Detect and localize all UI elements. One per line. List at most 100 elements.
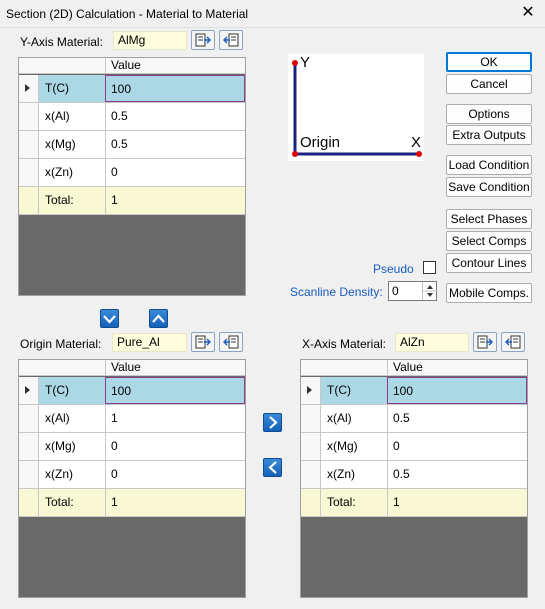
y-axis-material-field[interactable]: AlMg — [113, 31, 187, 50]
row-header — [19, 405, 39, 432]
row-name: x(Zn) — [45, 165, 73, 179]
row-header — [301, 433, 321, 460]
cancel-button[interactable]: Cancel — [446, 74, 532, 94]
diagram-x-label: X — [411, 134, 422, 151]
row-header — [301, 489, 321, 516]
chevron-right-icon — [268, 416, 278, 429]
total-row: Total: 1 — [19, 489, 245, 517]
scanline-density-spinner[interactable]: 0 — [388, 281, 437, 301]
row-value: 1 — [105, 187, 245, 214]
mobile-comps-button[interactable]: Mobile Comps. — [446, 283, 532, 303]
row-name: x(Al) — [45, 109, 70, 123]
row-value[interactable]: 100 — [387, 377, 527, 404]
origin-grid: Value T(C) 100 x(Al) 1 x(Mg) 0 x(Zn) 0 T… — [18, 359, 246, 598]
move-up-button[interactable] — [149, 309, 168, 328]
table-row[interactable]: x(Mg) 0.5 — [19, 131, 245, 159]
scanline-density-value[interactable]: 0 — [392, 284, 399, 298]
row-value[interactable]: 100 — [105, 377, 245, 404]
row-name: x(Al) — [45, 411, 70, 425]
row-header — [19, 377, 39, 404]
table-row[interactable]: x(Mg) 0 — [301, 433, 527, 461]
current-row-icon — [307, 386, 312, 394]
value-column-header: Value — [387, 360, 527, 376]
pseudo-checkbox[interactable] — [423, 261, 436, 274]
origin-material-field[interactable]: Pure_Al — [112, 333, 187, 352]
x-axis-grid: Value T(C) 100 x(Al) 0.5 x(Mg) 0 x(Zn) 0… — [300, 359, 528, 598]
save-icon — [505, 335, 521, 349]
diagram-origin-label: Origin — [300, 134, 341, 151]
row-value[interactable]: 0.5 — [105, 103, 245, 130]
table-row[interactable]: x(Mg) 0 — [19, 433, 245, 461]
origin-material-label: Origin Material: — [20, 337, 102, 351]
row-name: Total: — [39, 187, 105, 214]
contour-lines-button[interactable]: Contour Lines — [446, 253, 532, 273]
row-value: 1 — [387, 489, 527, 516]
x-axis-material-field[interactable]: AlZn — [395, 333, 469, 352]
row-header — [19, 489, 39, 516]
y-save-material-button[interactable] — [219, 30, 243, 50]
table-row[interactable]: x(Al) 1 — [19, 405, 245, 433]
y-point — [292, 60, 298, 66]
x-save-material-button[interactable] — [501, 332, 525, 352]
grid-header: Value — [19, 58, 245, 74]
row-name: T(C) — [39, 75, 105, 102]
move-left-button[interactable] — [263, 458, 282, 477]
y-load-material-button[interactable] — [191, 30, 215, 50]
chevron-left-icon — [267, 461, 277, 474]
extra-outputs-button[interactable]: Extra Outputs — [446, 125, 532, 145]
row-value[interactable]: 0 — [387, 433, 527, 460]
table-row[interactable]: T(C) 100 — [19, 377, 245, 405]
ok-button[interactable]: OK — [446, 52, 532, 72]
row-value[interactable]: 0 — [105, 461, 245, 488]
window-title: Section (2D) Calculation - Material to M… — [6, 7, 249, 21]
row-name: T(C) — [321, 377, 387, 404]
row-value[interactable]: 0.5 — [387, 405, 527, 432]
select-phases-button[interactable]: Select Phases — [446, 209, 532, 229]
close-icon[interactable]: ✕ — [517, 3, 539, 25]
chevron-up-icon — [152, 313, 165, 323]
x-point — [416, 151, 422, 157]
row-header — [19, 187, 39, 214]
y-axis-material-label: Y-Axis Material: — [20, 35, 103, 49]
table-row[interactable]: x(Al) 0.5 — [301, 405, 527, 433]
table-row[interactable]: x(Zn) 0 — [19, 461, 245, 489]
table-row[interactable]: T(C) 100 — [301, 377, 527, 405]
chevron-down-icon — [103, 314, 116, 324]
row-header — [19, 461, 39, 488]
row-header — [19, 433, 39, 460]
row-name: x(Mg) — [327, 439, 358, 453]
grid-header: Value — [19, 360, 245, 376]
row-value[interactable]: 0.5 — [105, 131, 245, 158]
x-load-material-button[interactable] — [473, 332, 497, 352]
load-icon — [195, 335, 211, 349]
row-name: x(Mg) — [45, 439, 76, 453]
load-icon — [195, 33, 211, 47]
move-right-button[interactable] — [263, 413, 282, 432]
spinner-arrows[interactable] — [422, 282, 437, 300]
row-value[interactable]: 0 — [105, 159, 245, 186]
load-condition-button[interactable]: Load Condition — [446, 155, 532, 175]
select-comps-button[interactable]: Select Comps — [446, 231, 532, 251]
origin-load-material-button[interactable] — [191, 332, 215, 352]
table-row[interactable]: x(Zn) 0 — [19, 159, 245, 187]
row-header — [19, 159, 39, 186]
row-name: x(Al) — [327, 411, 352, 425]
options-button[interactable]: Options — [446, 104, 532, 124]
spinner-icon[interactable] — [423, 282, 437, 300]
table-row[interactable]: x(Al) 0.5 — [19, 103, 245, 131]
origin-save-material-button[interactable] — [219, 332, 243, 352]
row-value[interactable]: 100 — [105, 75, 245, 102]
table-row[interactable]: T(C) 100 — [19, 75, 245, 103]
row-value[interactable]: 0 — [105, 433, 245, 460]
scanline-density-label: Scanline Density: — [290, 285, 383, 299]
load-icon — [477, 335, 493, 349]
row-value[interactable]: 0.5 — [387, 461, 527, 488]
save-condition-button[interactable]: Save Condition — [446, 177, 532, 197]
row-name: x(Zn) — [327, 467, 355, 481]
move-down-button[interactable] — [100, 309, 119, 328]
table-row[interactable]: x(Zn) 0.5 — [301, 461, 527, 489]
total-row: Total: 1 — [19, 187, 245, 215]
grid-header: Value — [301, 360, 527, 376]
pseudo-label: Pseudo — [373, 262, 414, 276]
row-value[interactable]: 1 — [105, 405, 245, 432]
